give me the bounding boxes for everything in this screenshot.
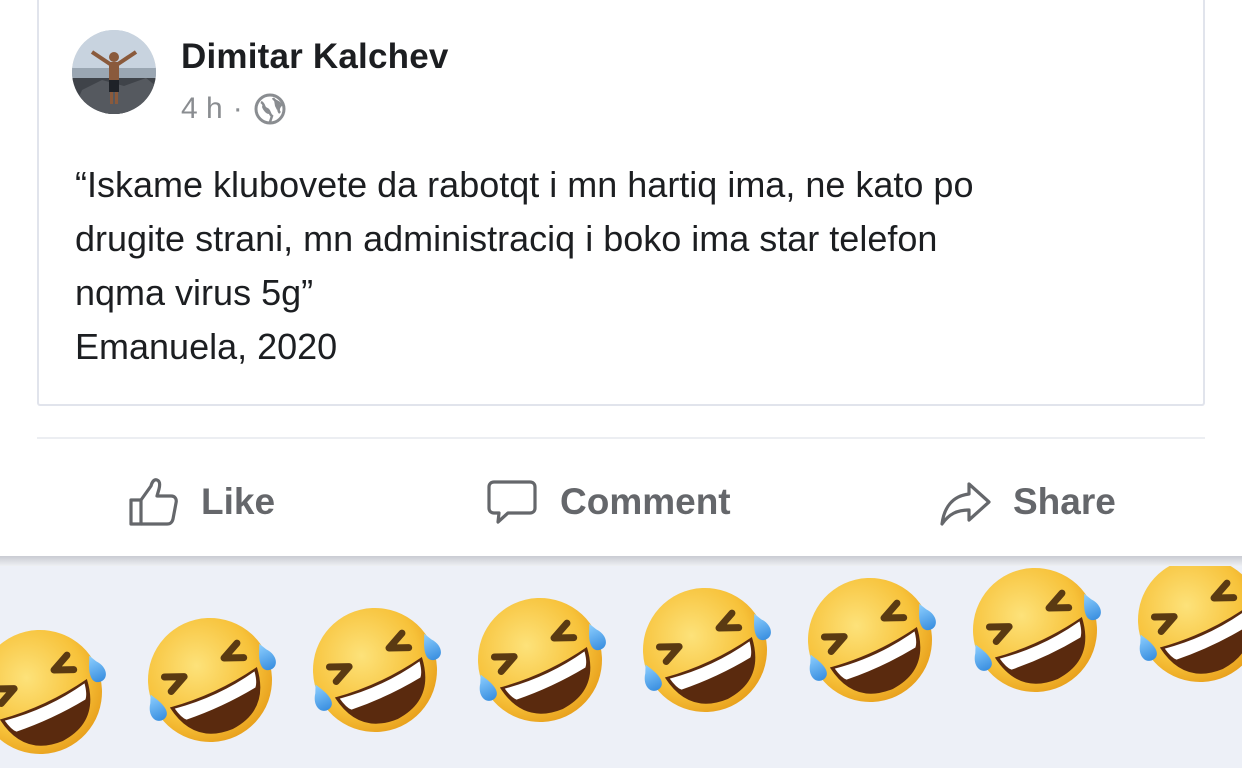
- rolling-on-floor-laughing-emoji: [470, 590, 610, 730]
- rolling-on-floor-laughing-emoji: [965, 566, 1105, 700]
- thumbs-up-icon: [129, 478, 178, 526]
- post-line: nqma virus 5g”: [75, 272, 314, 313]
- reaction-emoji-row: [0, 566, 1242, 768]
- like-button[interactable]: Like: [125, 470, 275, 534]
- globe-icon[interactable]: [253, 92, 287, 126]
- rolling-on-floor-laughing-emoji: [635, 580, 775, 720]
- post-time[interactable]: 4 h: [181, 92, 223, 126]
- rolling-on-floor-laughing-emoji: [0, 622, 110, 762]
- rolling-on-floor-laughing-emoji: [800, 570, 940, 710]
- share-arrow-icon: [940, 482, 991, 526]
- avatar[interactable]: [72, 30, 156, 114]
- rolling-on-floor-laughing-emoji: [1130, 566, 1242, 690]
- post-line: “Iskame klubovete da rabotqt i mn hartiq…: [75, 164, 974, 205]
- avatar-photo: [72, 30, 156, 114]
- action-divider: [37, 437, 1205, 439]
- author-name[interactable]: Dimitar Kalchev: [181, 37, 449, 77]
- section-separator: [0, 556, 1242, 566]
- post-line: Emanuela, 2020: [75, 326, 338, 367]
- post-actions: Like Comment Share: [0, 470, 1242, 534]
- post-line: drugite strani, mn administraciq i boko …: [75, 218, 938, 259]
- rolling-on-floor-laughing-emoji: [140, 610, 280, 750]
- comment-button[interactable]: Comment: [484, 470, 731, 534]
- post-body: “Iskame klubovete da rabotqt i mn hartiq…: [75, 158, 1185, 374]
- rolling-on-floor-laughing-emoji: [305, 600, 445, 740]
- comment-bubble-icon: [487, 480, 537, 524]
- meta-separator: ·: [232, 92, 243, 125]
- share-button[interactable]: Share: [937, 470, 1116, 534]
- comment-label: Comment: [560, 481, 731, 522]
- post-meta: 4 h ·: [181, 92, 287, 126]
- like-label: Like: [201, 481, 276, 522]
- share-label: Share: [1013, 481, 1116, 522]
